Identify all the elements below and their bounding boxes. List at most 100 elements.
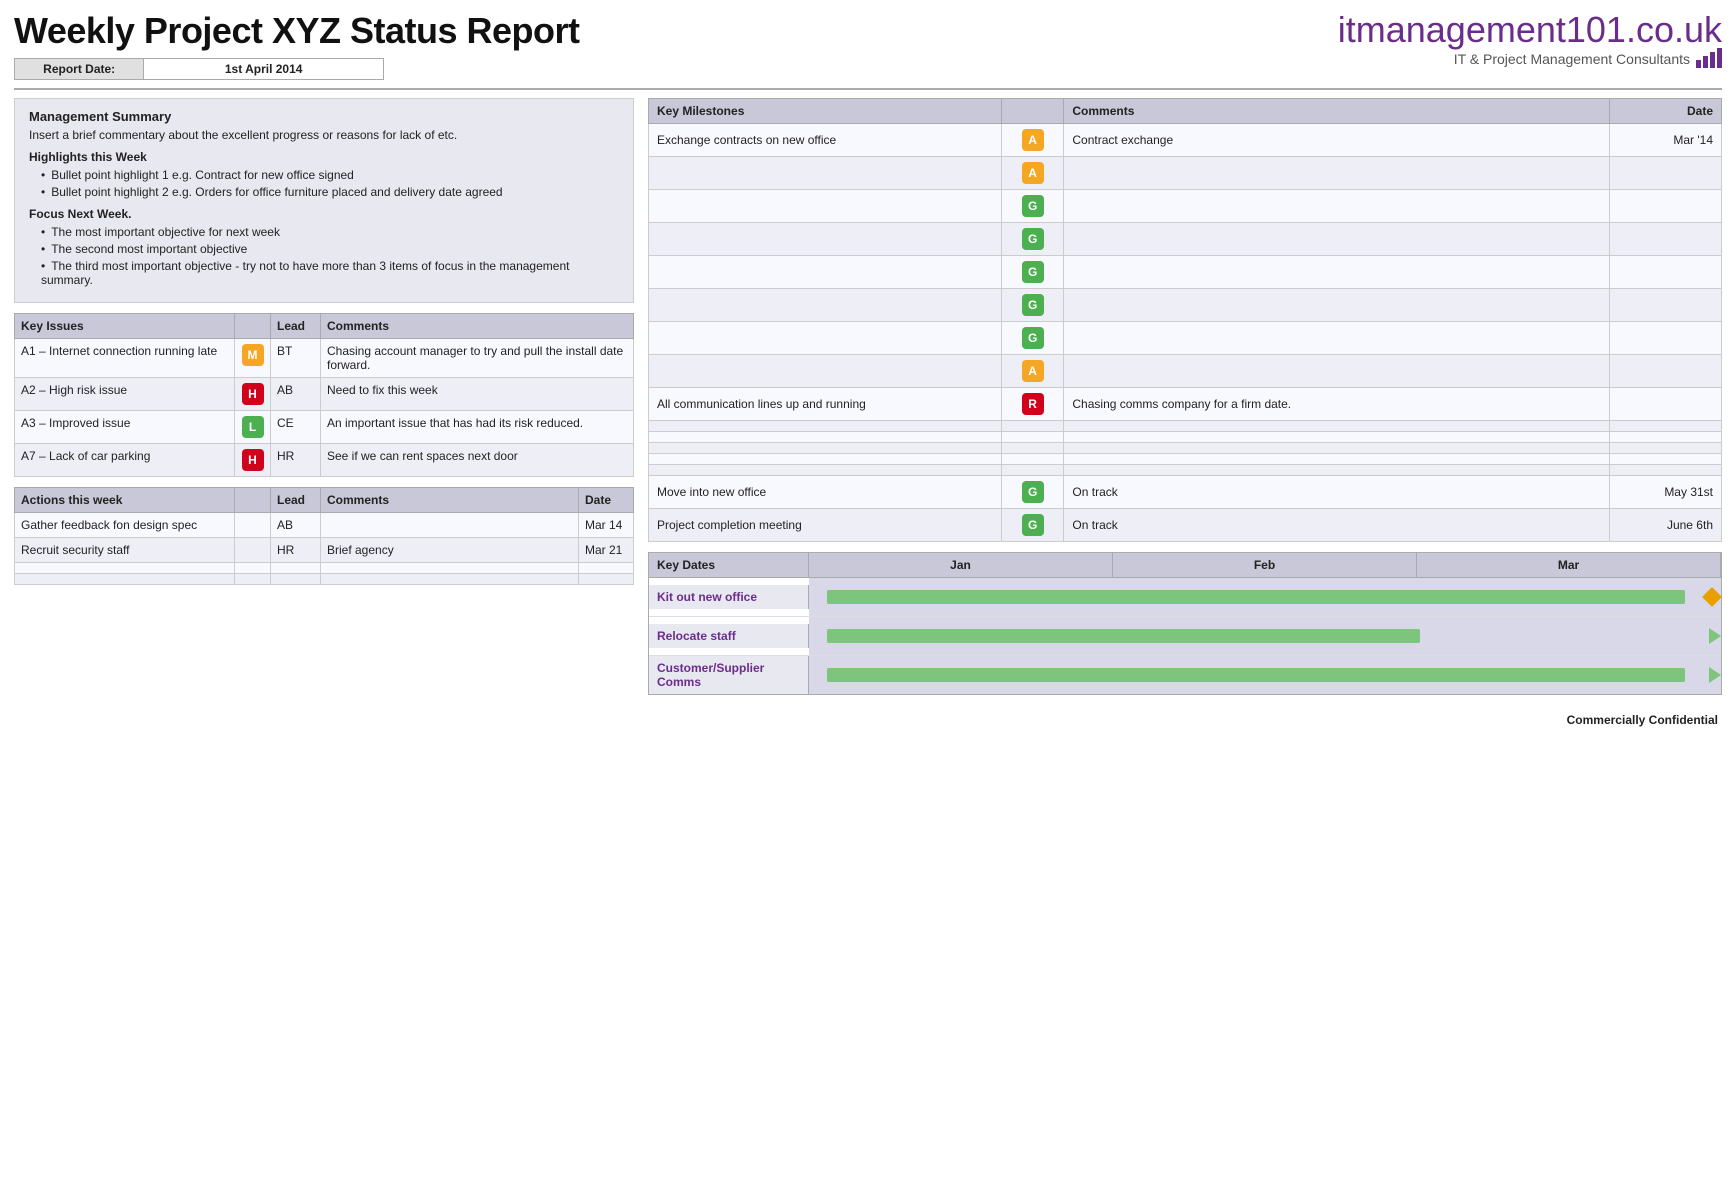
badge-G: G [1022, 195, 1044, 217]
milestone-date: Mar '14 [1609, 124, 1721, 157]
highlights-list: Bullet point highlight 1 e.g. Contract f… [29, 168, 619, 199]
milestone-comments [1064, 256, 1609, 289]
milestone-date [1609, 289, 1721, 322]
milestone-name [649, 465, 1002, 476]
action-badge-cell [235, 563, 271, 574]
table-row: A7 – Lack of car parking H HR See if we … [15, 444, 634, 477]
action-lead [271, 574, 321, 585]
key-issues-col-badge [235, 314, 271, 339]
milestone-date [1609, 388, 1721, 421]
milestone-badge-cell: G [1001, 190, 1064, 223]
action-lead: AB [271, 513, 321, 538]
gantt-row-key: Customer/Supplier Comms [649, 656, 809, 694]
table-row: A1 – Internet connection running late M … [15, 339, 634, 378]
focus-item-2: The second most important objective [29, 242, 619, 256]
table-row [15, 563, 634, 574]
actions-this-week-section: Actions this week Lead Comments Date Gat… [14, 487, 634, 585]
report-date-label: Report Date: [15, 59, 144, 79]
badge-H: H [242, 383, 264, 405]
milestone-name [649, 289, 1002, 322]
badge-G: G [1022, 514, 1044, 536]
milestone-comments: Chasing comms company for a firm date. [1064, 388, 1609, 421]
milestone-badge-cell [1001, 421, 1064, 432]
action-date: Mar 21 [579, 538, 634, 563]
milestone-comments [1064, 322, 1609, 355]
issue-lead: BT [271, 339, 321, 378]
milestone-name [649, 421, 1002, 432]
milestone-badge-cell: A [1001, 157, 1064, 190]
milestone-badge-cell [1001, 443, 1064, 454]
page-title: Weekly Project XYZ Status Report [14, 10, 580, 52]
milestone-date [1609, 190, 1721, 223]
bar-chart-icon [1696, 50, 1722, 68]
action-name: Gather feedback fon design spec [15, 513, 235, 538]
table-row: G [649, 256, 1722, 289]
management-summary-intro: Insert a brief commentary about the exce… [29, 128, 619, 142]
table-row: A3 – Improved issue L CE An important is… [15, 411, 634, 444]
milestone-badge-cell: G [1001, 256, 1064, 289]
milestone-name [649, 190, 1002, 223]
actions-col-badge [235, 488, 271, 513]
gantt-month-feb: Feb [1113, 553, 1417, 577]
milestone-date [1609, 223, 1721, 256]
badge-G: G [1022, 261, 1044, 283]
milestone-date [1609, 454, 1721, 465]
milestone-name [649, 157, 1002, 190]
milestone-comments [1064, 465, 1609, 476]
table-row: G [649, 223, 1722, 256]
action-date [579, 563, 634, 574]
table-row [649, 443, 1722, 454]
action-comments [321, 574, 579, 585]
key-issues-table: Key Issues Lead Comments A1 – Internet c… [14, 313, 634, 477]
action-badge-cell [235, 513, 271, 538]
table-row: Recruit security staff HR Brief agency M… [15, 538, 634, 563]
header-left: Weekly Project XYZ Status Report Report … [14, 10, 580, 80]
badge-G: G [1022, 327, 1044, 349]
report-date-row: Report Date: 1st April 2014 [14, 58, 384, 80]
milestone-badge-cell: G [1001, 223, 1064, 256]
milestone-name [649, 256, 1002, 289]
milestone-date: May 31st [1609, 476, 1721, 509]
gantt-month-mar: Mar [1417, 553, 1721, 577]
highlights-title: Highlights this Week [29, 150, 619, 164]
brand-name: itmanagement101.co.uk [1338, 10, 1722, 50]
actions-col-lead: Lead [271, 488, 321, 513]
table-row: Exchange contracts on new officeAContrac… [649, 124, 1722, 157]
table-row [649, 421, 1722, 432]
milestone-name [649, 443, 1002, 454]
key-issues-section: Key Issues Lead Comments A1 – Internet c… [14, 313, 634, 477]
gantt-row-key: Relocate staff [649, 624, 809, 648]
milestone-comments [1064, 432, 1609, 443]
action-badge-cell [235, 538, 271, 563]
badge-A: A [1022, 360, 1044, 382]
milestones-section: Key Milestones Comments Date Exchange co… [648, 98, 1722, 542]
action-lead: HR [271, 538, 321, 563]
milestone-comments [1064, 157, 1609, 190]
milestone-comments [1064, 289, 1609, 322]
milestone-badge-cell: A [1001, 355, 1064, 388]
action-badge-cell [235, 574, 271, 585]
confidential-notice: Commercially Confidential [648, 713, 1722, 727]
milestones-col-badge [1001, 99, 1064, 124]
gantt-row-key: Kit out new office [649, 585, 809, 609]
action-comments: Brief agency [321, 538, 579, 563]
milestone-comments [1064, 454, 1609, 465]
milestone-badge-cell: G [1001, 509, 1064, 542]
issue-badge-cell: M [235, 339, 271, 378]
gantt-row-bars [809, 578, 1721, 616]
action-name [15, 563, 235, 574]
gantt-bar [827, 668, 1684, 682]
list-item: Kit out new office [649, 578, 1721, 617]
badge-M: M [242, 344, 264, 366]
issue-badge-cell: L [235, 411, 271, 444]
gantt-arrow-icon [1709, 628, 1721, 644]
gantt-key-dates-header: Key Dates [649, 553, 809, 577]
list-item: Customer/Supplier Comms [649, 656, 1721, 694]
issue-lead: HR [271, 444, 321, 477]
issue-name: A1 – Internet connection running late [15, 339, 235, 378]
milestone-name: Project completion meeting [649, 509, 1002, 542]
issue-comments: An important issue that has had its risk… [321, 411, 634, 444]
table-row: All communication lines up and runningRC… [649, 388, 1722, 421]
milestone-name [649, 322, 1002, 355]
gantt-row-bars [809, 617, 1721, 655]
